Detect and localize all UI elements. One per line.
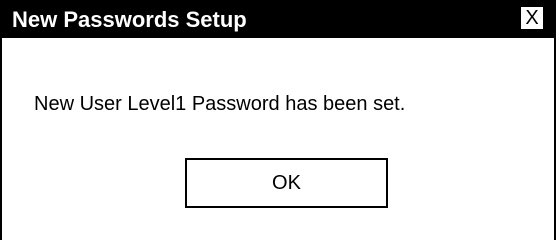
ok-button[interactable]: OK (185, 158, 388, 208)
password-setup-dialog: New Passwords Setup X New User Level1 Pa… (0, 0, 556, 240)
dialog-title: New Passwords Setup (12, 7, 247, 32)
dialog-titlebar: New Passwords Setup X (2, 2, 554, 38)
dialog-message: New User Level1 Password has been set. (34, 93, 406, 115)
close-button[interactable]: X (520, 6, 544, 30)
